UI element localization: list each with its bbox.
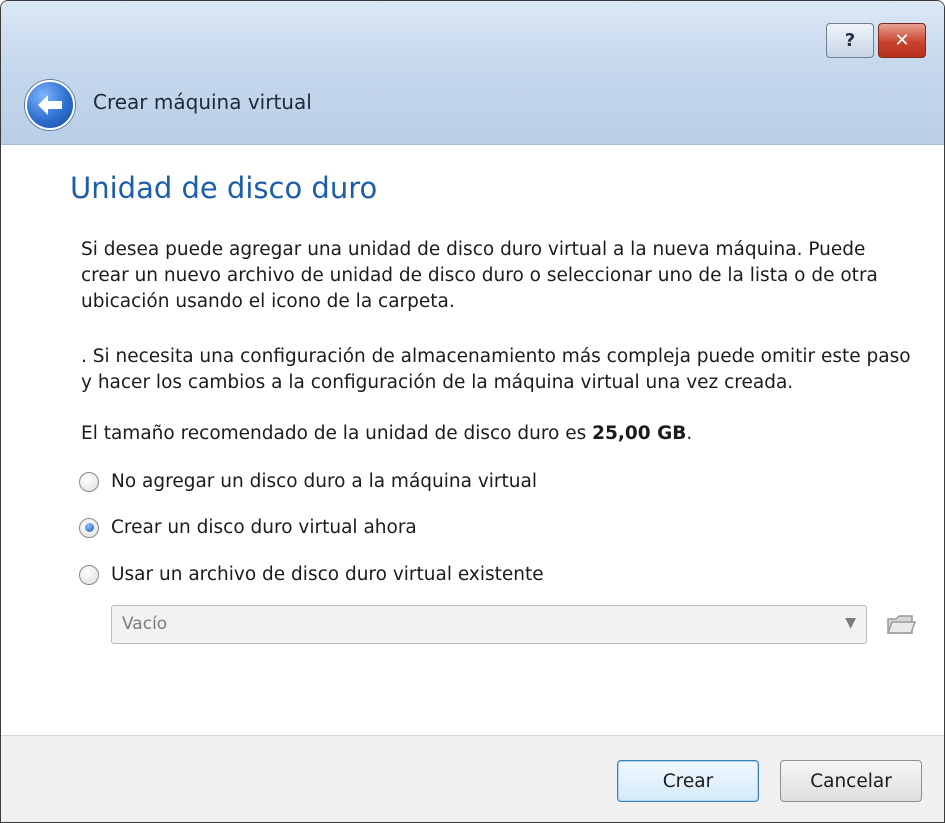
caption-buttons: ? ✕ xyxy=(826,23,926,58)
no-disk-radio[interactable] xyxy=(79,471,99,492)
chevron-down-icon: ▼ xyxy=(845,615,856,631)
create-vm-dialog: ? ✕ Crear máquina virtual Unidad de disc… xyxy=(0,0,945,823)
recommended-size-suffix: . xyxy=(686,423,693,444)
option-no-disk[interactable]: No agregar un disco duro a la máquina vi… xyxy=(79,471,537,492)
folder-open-icon xyxy=(886,615,917,634)
recommended-size-value: 25,00 GB xyxy=(592,423,687,444)
recommended-size-prefix: El tamaño recomendado de la unidad de di… xyxy=(81,423,593,444)
page-title: Unidad de disco duro xyxy=(70,171,378,205)
option-create-disk[interactable]: Crear un disco duro virtual ahora xyxy=(79,517,417,538)
option-existing-disk[interactable]: Usar un archivo de disco duro virtual ex… xyxy=(79,564,544,585)
no-disk-label: No agregar un disco duro a la máquina vi… xyxy=(111,471,537,492)
wizard-page: Unidad de disco duro Si desea puede agre… xyxy=(1,145,944,735)
radio-selected-dot xyxy=(84,523,94,532)
title-bar: ? ✕ Crear máquina virtual xyxy=(1,1,944,145)
help-button[interactable]: ? xyxy=(826,23,874,58)
choose-disk-file-button[interactable] xyxy=(884,611,918,639)
button-bar: Crear Cancelar xyxy=(1,735,944,822)
existing-disk-value: Vacío xyxy=(122,614,168,634)
create-button[interactable]: Crear xyxy=(617,760,759,802)
recommended-size-text: El tamaño recomendado de la unidad de di… xyxy=(81,421,911,447)
cancel-button[interactable]: Cancelar xyxy=(780,760,922,802)
advanced-note-text: . Si necesita una configuración de almac… xyxy=(81,346,911,393)
help-icon: ? xyxy=(844,30,856,51)
intro-text: Si desea puede agregar una unidad de dis… xyxy=(81,239,878,312)
existing-disk-radio[interactable] xyxy=(79,564,99,585)
create-disk-radio[interactable] xyxy=(79,517,99,538)
existing-disk-label: Usar un archivo de disco duro virtual ex… xyxy=(111,564,544,585)
back-arrow-icon xyxy=(38,95,62,115)
create-disk-label: Crear un disco duro virtual ahora xyxy=(111,517,417,538)
existing-disk-select[interactable]: Vacío ▼ xyxy=(111,605,867,644)
close-button[interactable]: ✕ xyxy=(878,23,926,58)
window-title: Crear máquina virtual xyxy=(93,90,312,114)
back-button[interactable] xyxy=(25,80,75,130)
close-icon: ✕ xyxy=(894,30,910,51)
